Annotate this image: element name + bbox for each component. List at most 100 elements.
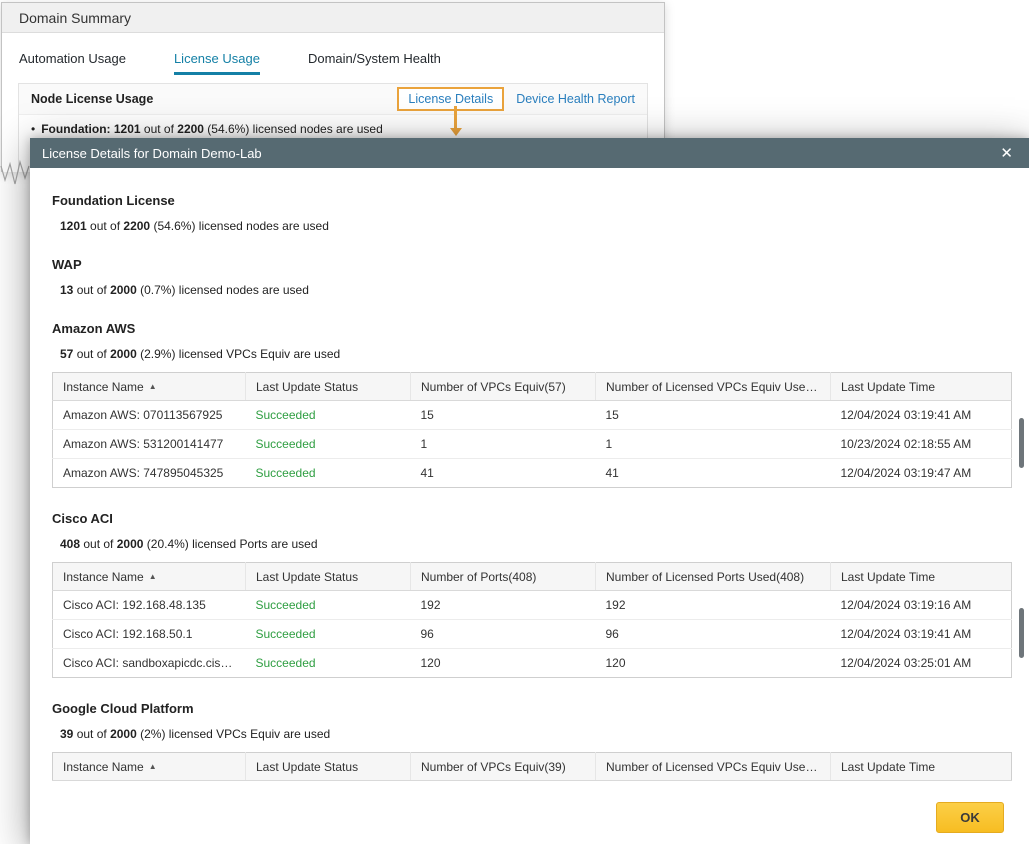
callout-arrow-line <box>454 106 457 128</box>
usage-mid: out of <box>141 122 178 136</box>
table-cell: 96 <box>411 620 596 649</box>
usage-line: 1201 out of 2200 (54.6%) licensed nodes … <box>60 219 1012 234</box>
license-section: Google Cloud Platform 39 out of 2000 (2%)… <box>52 701 1012 781</box>
domain-summary-titlebar: Domain Summary <box>2 3 664 33</box>
section-heading: Google Cloud Platform <box>52 701 1012 716</box>
table-cell: 1 <box>411 430 596 459</box>
column-header[interactable]: Number of Ports(408) <box>411 563 596 591</box>
table-cell: Succeeded <box>246 430 411 459</box>
section-heading: WAP <box>52 257 1012 272</box>
modal-body: Foundation License 1201 out of 2200 (54.6… <box>30 168 1029 790</box>
column-header[interactable]: Instance Name▲ <box>53 373 246 401</box>
column-header[interactable]: Last Update Time <box>831 753 1012 781</box>
device-health-report-link[interactable]: Device Health Report <box>516 92 635 106</box>
section-heading: Amazon AWS <box>52 321 1012 336</box>
column-header[interactable]: Last Update Status <box>246 563 411 591</box>
tab-license-usage[interactable]: License Usage <box>174 51 260 75</box>
table-cell: Succeeded <box>246 649 411 678</box>
table-header-row: Instance Name▲Last Update StatusNumber o… <box>53 753 1012 781</box>
table-cell: 12/04/2024 03:25:01 AM <box>831 649 1012 678</box>
sort-asc-icon: ▲ <box>149 762 157 771</box>
modal-title: License Details for Domain Demo-Lab <box>42 146 996 161</box>
table-cell: 12/04/2024 03:19:16 AM <box>831 591 1012 620</box>
table-cell: Amazon AWS: 747895045325 <box>53 459 246 488</box>
table-cell: 192 <box>411 591 596 620</box>
table-row: Cisco ACI: sandboxapicdc.cisco.cSucceede… <box>53 649 1012 678</box>
license-table: Instance Name▲Last Update StatusNumber o… <box>52 372 1012 488</box>
column-header[interactable]: Number of Licensed VPCs Equiv Used(3... <box>596 753 831 781</box>
usage-used: 1201 <box>114 122 141 136</box>
table-cell: 120 <box>596 649 831 678</box>
column-header[interactable]: Number of Licensed Ports Used(408) <box>596 563 831 591</box>
column-header[interactable]: Number of Licensed VPCs Equiv Used(5... <box>596 373 831 401</box>
column-header[interactable]: Last Update Status <box>246 373 411 401</box>
table-cell: 96 <box>596 620 831 649</box>
license-section: Cisco ACI408 out of 2000 (20.4%) license… <box>52 511 1012 678</box>
table-cell: Cisco ACI: sandboxapicdc.cisco.c <box>53 649 246 678</box>
table-cell: 15 <box>596 401 831 430</box>
table-cell: Succeeded <box>246 620 411 649</box>
ok-button[interactable]: OK <box>936 802 1004 833</box>
table-cell: 120 <box>411 649 596 678</box>
table-cell: 15 <box>411 401 596 430</box>
usage-total: 2200 <box>177 122 204 136</box>
table-cell: 41 <box>596 459 831 488</box>
table-header-row: Instance Name▲Last Update StatusNumber o… <box>53 563 1012 591</box>
bullet-icon: • <box>31 122 35 136</box>
usage-line: 408 out of 2000 (20.4%) licensed Ports a… <box>60 537 1012 552</box>
table-cell: Succeeded <box>246 401 411 430</box>
modal-footer: OK <box>30 790 1029 844</box>
license-table: Instance Name▲Last Update StatusNumber o… <box>52 562 1012 678</box>
table-cell: 12/04/2024 03:19:47 AM <box>831 459 1012 488</box>
table-cell: 41 <box>411 459 596 488</box>
column-header[interactable]: Number of VPCs Equiv(57) <box>411 373 596 401</box>
usage-label: Foundation: <box>41 122 110 136</box>
table-cell: Cisco ACI: 192.168.50.1 <box>53 620 246 649</box>
usage-rest: (54.6%) licensed nodes are used <box>204 122 383 136</box>
column-header[interactable]: Last Update Time <box>831 373 1012 401</box>
section-heading: Foundation License <box>52 193 1012 208</box>
license-section: WAP13 out of 2000 (0.7%) licensed nodes … <box>52 257 1012 298</box>
callout-arrow <box>449 106 462 136</box>
tab-bar: Automation Usage License Usage Domain/Sy… <box>2 51 664 75</box>
callout-arrow-head <box>450 128 462 136</box>
panel-header: Node License Usage License Details Devic… <box>19 84 647 115</box>
column-header[interactable]: Instance Name▲ <box>53 563 246 591</box>
table-header-row: Instance Name▲Last Update StatusNumber o… <box>53 373 1012 401</box>
table-cell: 12/04/2024 03:19:41 AM <box>831 401 1012 430</box>
table-row: Cisco ACI: 192.168.50.1Succeeded969612/0… <box>53 620 1012 649</box>
torn-edge-decoration <box>0 158 32 192</box>
table-row: Amazon AWS: 747895045325Succeeded414112/… <box>53 459 1012 488</box>
license-table: Instance Name▲Last Update StatusNumber o… <box>52 752 1012 781</box>
table-cell: 1 <box>596 430 831 459</box>
table-cell: Succeeded <box>246 459 411 488</box>
table-cell: 12/04/2024 03:19:41 AM <box>831 620 1012 649</box>
license-details-modal: License Details for Domain Demo-Lab ✕ Fo… <box>30 138 1029 844</box>
column-header[interactable]: Last Update Time <box>831 563 1012 591</box>
sort-asc-icon: ▲ <box>149 572 157 581</box>
table-scrollbar[interactable] <box>1019 608 1024 658</box>
column-header[interactable]: Instance Name▲ <box>53 753 246 781</box>
usage-line: 39 out of 2000 (2%) licensed VPCs Equiv … <box>60 727 1012 742</box>
modal-header: License Details for Domain Demo-Lab ✕ <box>30 138 1029 168</box>
close-icon[interactable]: ✕ <box>996 144 1017 163</box>
tab-domain-system-health[interactable]: Domain/System Health <box>308 51 441 75</box>
sort-asc-icon: ▲ <box>149 382 157 391</box>
table-cell: Succeeded <box>246 591 411 620</box>
table-scrollbar[interactable] <box>1019 418 1024 468</box>
table-cell: 10/23/2024 02:18:55 AM <box>831 430 1012 459</box>
panel-title: Node License Usage <box>31 92 397 106</box>
tab-automation-usage[interactable]: Automation Usage <box>19 51 126 75</box>
license-section: Foundation License 1201 out of 2200 (54.6… <box>52 193 1012 234</box>
column-header[interactable]: Last Update Status <box>246 753 411 781</box>
table-cell: 192 <box>596 591 831 620</box>
table-row: Amazon AWS: 531200141477Succeeded1110/23… <box>53 430 1012 459</box>
table-cell: Cisco ACI: 192.168.48.135 <box>53 591 246 620</box>
table-cell: Amazon AWS: 531200141477 <box>53 430 246 459</box>
table-row: Amazon AWS: 070113567925Succeeded151512/… <box>53 401 1012 430</box>
usage-line: 57 out of 2000 (2.9%) licensed VPCs Equi… <box>60 347 1012 362</box>
column-header[interactable]: Number of VPCs Equiv(39) <box>411 753 596 781</box>
foundation-usage-line: • Foundation: 1201 out of 2200 (54.6%) li… <box>31 122 635 136</box>
table-cell: Amazon AWS: 070113567925 <box>53 401 246 430</box>
license-section: Amazon AWS 57 out of 2000 (2.9%) licensed… <box>52 321 1012 488</box>
